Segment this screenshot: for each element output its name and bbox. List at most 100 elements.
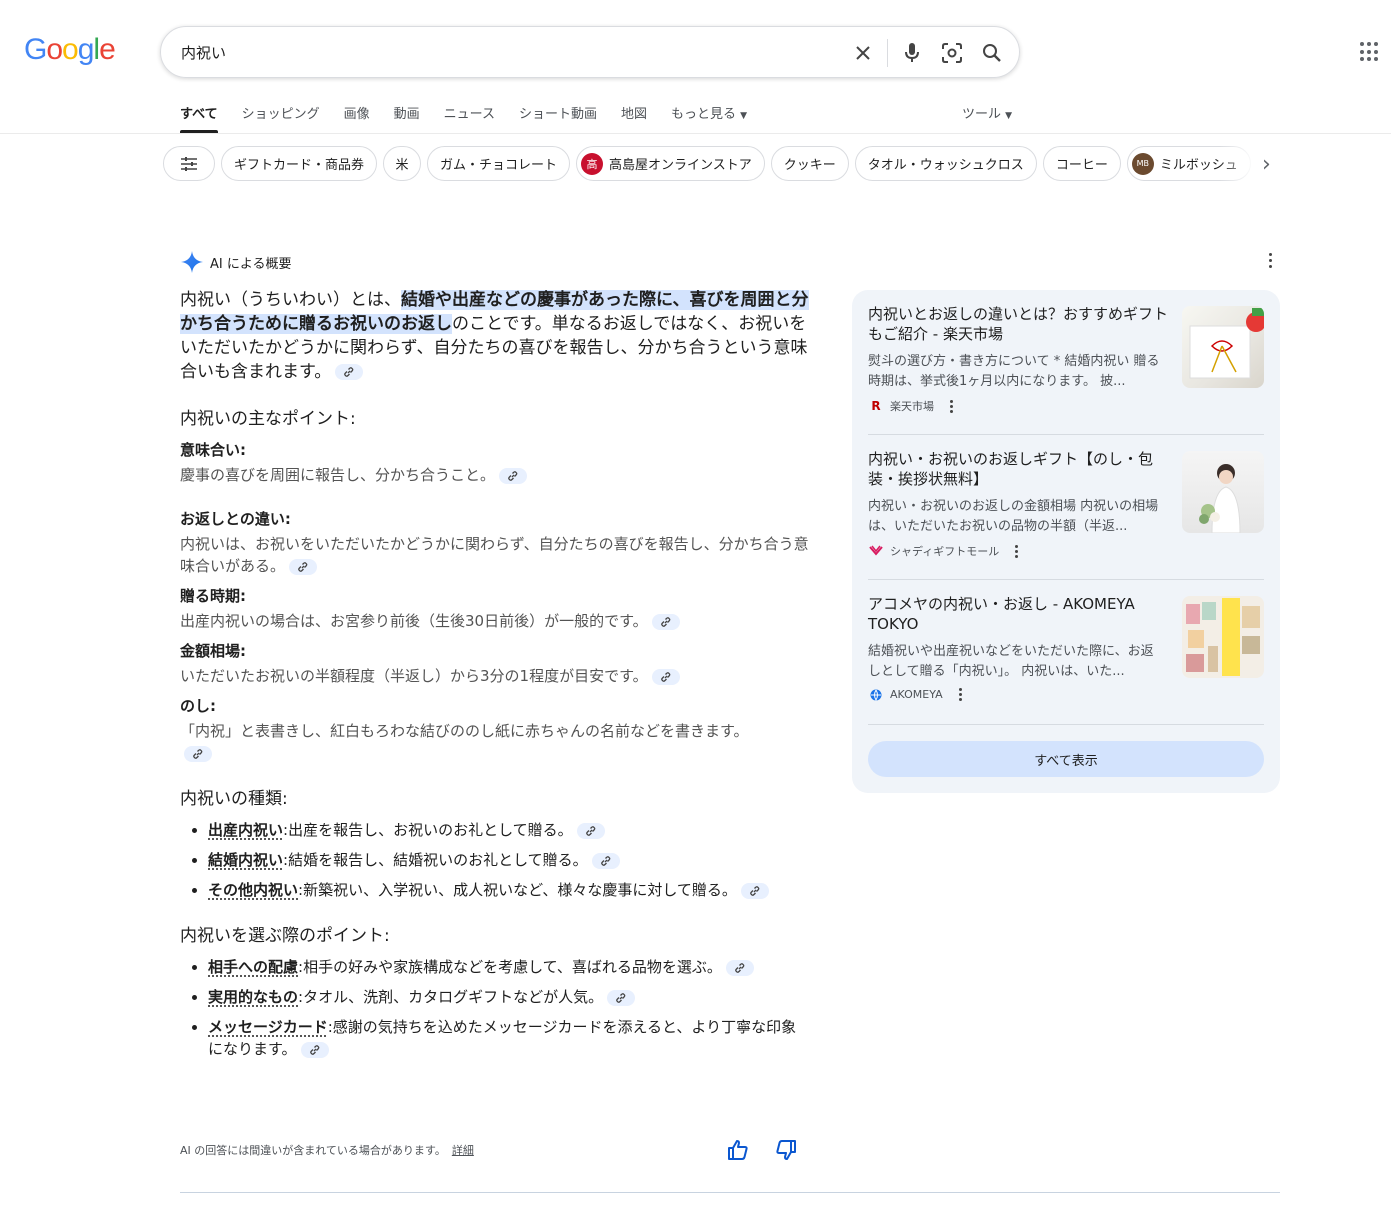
search-divider bbox=[887, 39, 888, 67]
source-thumbnail bbox=[1182, 451, 1264, 533]
search-tabs: すべて ショッピング 画像 動画 ニュース ショート動画 地図 もっと見る ▼ bbox=[180, 103, 771, 133]
source-thumbnail bbox=[1182, 596, 1264, 678]
source-snippet: 内祝い・お祝いのお返しの金額相場 内祝いの相場は、いただいたお祝いの品物の半額（… bbox=[868, 499, 1159, 534]
filter-chips: ギフトカード・商品券 米 ガム・チョコレート 高 高島屋オンラインストア クッキ… bbox=[163, 146, 1281, 182]
link-icon[interactable] bbox=[725, 959, 754, 976]
list-item: 出産内祝い:出産を報告し、お祝いのお礼として贈る。 bbox=[208, 819, 810, 841]
tab-videos[interactable]: 動画 bbox=[394, 103, 420, 133]
source-site-name: AKOMEYA bbox=[890, 688, 943, 701]
takashimaya-logo-icon: 高 bbox=[581, 152, 604, 175]
details-link[interactable]: 詳細 bbox=[452, 1144, 474, 1157]
point-desc: 「内祝」と表書きし、紅白もろわな結びののし紙に赤ちゃんの名前などを書きます。 bbox=[180, 720, 770, 764]
search-icon[interactable] bbox=[979, 40, 1005, 66]
more-options-icon[interactable] bbox=[1015, 544, 1019, 558]
link-icon[interactable] bbox=[651, 668, 680, 685]
point-desc: いただいたお祝いの半額程度（半返し）から3分の1程度が目安です。 bbox=[180, 665, 810, 687]
rakuten-logo-icon: R bbox=[871, 399, 881, 413]
point-term: お返しとの違い: bbox=[180, 510, 291, 528]
more-options-icon[interactable] bbox=[950, 399, 953, 413]
link-icon[interactable] bbox=[184, 745, 212, 762]
link-icon[interactable] bbox=[576, 822, 605, 839]
tab-images[interactable]: 画像 bbox=[344, 103, 370, 133]
tab-maps[interactable]: 地図 bbox=[621, 103, 647, 133]
google-logo[interactable]: Google bbox=[24, 33, 116, 67]
point-term: 金額相場: bbox=[180, 642, 246, 660]
list-desc: :結婚を報告し、結婚祝いのお礼として贈る。 bbox=[283, 851, 588, 869]
list-term[interactable]: 出産内祝い bbox=[208, 821, 283, 839]
logo-letter: G bbox=[24, 33, 47, 66]
chip-gum-chocolate[interactable]: ガム・チョコレート bbox=[427, 146, 571, 181]
link-icon[interactable] bbox=[300, 1041, 329, 1058]
source-card[interactable]: 内祝いとお返しの違いとは？おすすめギフトもご紹介 - 楽天市場 熨斗の選び方・書… bbox=[868, 290, 1264, 435]
list-term: 相手への配慮 bbox=[208, 958, 299, 976]
link-icon[interactable] bbox=[607, 989, 636, 1006]
sparkle-icon bbox=[181, 251, 203, 273]
clear-icon[interactable] bbox=[850, 40, 876, 66]
point-term: 意味合い: bbox=[180, 441, 246, 459]
section-heading: 内祝いの種類: bbox=[180, 789, 288, 809]
list-desc: :出産を報告し、お祝いのお礼として贈る。 bbox=[283, 821, 573, 839]
list-item: 結婚内祝い:結婚を報告し、結婚祝いのお礼として贈る。 bbox=[208, 849, 810, 871]
point-desc: 出産内祝いの場合は、お宮参り前後（生後30日前後）が一般的です。 bbox=[180, 610, 810, 632]
ai-disclaimer: AI の回答には間違いが含まれている場合があります。 詳細 bbox=[180, 1142, 474, 1158]
logo-letter: o bbox=[46, 33, 63, 66]
sources-panel: 内祝いとお返しの違いとは？おすすめギフトもご紹介 - 楽天市場 熨斗の選び方・書… bbox=[852, 290, 1280, 793]
source-site: AKOMEYA bbox=[868, 688, 962, 701]
intro-text: 内祝い（うちいわい）とは、 bbox=[180, 290, 401, 310]
source-card[interactable]: アコメヤの内祝い・お返し - AKOMEYA TOKYO 結婚祝いや出産祝いなど… bbox=[868, 580, 1264, 725]
source-title[interactable]: アコメヤの内祝い・お返し - AKOMEYA TOKYO bbox=[868, 594, 1168, 634]
chip-gift-card[interactable]: ギフトカード・商品券 bbox=[221, 146, 378, 181]
sliders-icon bbox=[181, 156, 197, 171]
tab-news[interactable]: ニュース bbox=[444, 103, 495, 133]
chevron-right-icon[interactable]: › bbox=[1262, 152, 1271, 177]
thumbs-down-icon[interactable] bbox=[775, 1139, 797, 1161]
point-desc: 内祝いは、お祝いをいただいたかどうかに関わらず、自分たちの喜びを報告し、分かち合… bbox=[180, 533, 810, 577]
filter-settings-chip[interactable] bbox=[163, 146, 215, 181]
apps-grid-icon[interactable] bbox=[1360, 42, 1380, 62]
tab-shopping[interactable]: ショッピング bbox=[242, 103, 320, 133]
list-term[interactable]: 結婚内祝い bbox=[208, 851, 283, 869]
milboss-logo-icon: MB bbox=[1131, 152, 1154, 175]
tools-button[interactable]: ツール ▼ bbox=[962, 103, 1012, 122]
source-title[interactable]: 内祝い・お祝いのお返しギフト【のし・包装・挨拶状無料】 bbox=[868, 449, 1168, 489]
types-list: 出産内祝い:出産を報告し、お祝いのお礼として贈る。 結婚内祝い:結婚を報告し、結… bbox=[208, 819, 810, 901]
more-options-icon[interactable] bbox=[1262, 253, 1278, 271]
globe-icon bbox=[868, 689, 884, 701]
link-icon[interactable] bbox=[289, 558, 318, 575]
link-icon[interactable] bbox=[499, 467, 528, 484]
search-box[interactable]: 内祝い bbox=[160, 26, 1020, 78]
chip-takashimaya[interactable]: 高 高島屋オンラインストア bbox=[576, 146, 765, 181]
chip-rice[interactable]: 米 bbox=[383, 146, 422, 181]
more-options-icon[interactable] bbox=[958, 688, 962, 701]
tab-more[interactable]: もっと見る ▼ bbox=[671, 103, 747, 133]
chip-coffee[interactable]: コーヒー bbox=[1042, 146, 1121, 181]
source-site-name: 楽天市場 bbox=[890, 400, 934, 413]
chip-towel[interactable]: タオル・ウォッシュクロス bbox=[854, 146, 1037, 181]
point-desc-text: いただいたお祝いの半額程度（半返し）から3分の1程度が目安です。 bbox=[180, 667, 648, 685]
list-desc: :タオル、洗剤、カタログギフトなどが人気。 bbox=[298, 988, 604, 1006]
list-term: 実用的なもの bbox=[208, 988, 299, 1006]
chip-cookie[interactable]: クッキー bbox=[770, 146, 849, 181]
tab-all[interactable]: すべて bbox=[180, 103, 218, 133]
point-term: 贈る時期: bbox=[180, 587, 246, 605]
list-term: メッセージカード bbox=[208, 1018, 328, 1036]
link-icon[interactable] bbox=[740, 882, 769, 899]
link-icon[interactable] bbox=[651, 613, 680, 630]
link-icon[interactable] bbox=[335, 364, 364, 380]
list-term[interactable]: その他内祝い bbox=[208, 881, 298, 899]
lens-icon[interactable] bbox=[939, 40, 965, 66]
thumbs-up-icon[interactable] bbox=[727, 1139, 749, 1161]
microphone-icon[interactable] bbox=[899, 40, 925, 66]
ai-overview-header: AI による概要 bbox=[180, 250, 291, 274]
show-all-button[interactable]: すべて表示 bbox=[868, 741, 1264, 777]
point-desc-text: 内祝いは、お祝いをいただいたかどうかに関わらず、自分たちの喜びを報告し、分かち合… bbox=[180, 535, 809, 575]
source-title[interactable]: 内祝いとお返しの違いとは？おすすめギフトもご紹介 - 楽天市場 bbox=[868, 304, 1168, 344]
point-desc-text: 出産内祝いの場合は、お宮参り前後（生後30日前後）が一般的です。 bbox=[180, 612, 648, 630]
logo-letter: o bbox=[62, 33, 79, 66]
tab-short-videos[interactable]: ショート動画 bbox=[519, 103, 597, 133]
link-icon[interactable] bbox=[591, 852, 620, 869]
search-input[interactable]: 内祝い bbox=[181, 42, 226, 63]
list-desc: :新築祝い、入学祝い、成人祝いなど、様々な慶事に対して贈る。 bbox=[298, 881, 737, 899]
source-card[interactable]: 内祝い・お祝いのお返しギフト【のし・包装・挨拶状無料】 内祝い・お祝いのお返しの… bbox=[868, 435, 1264, 580]
logo-letter: e bbox=[99, 33, 116, 66]
